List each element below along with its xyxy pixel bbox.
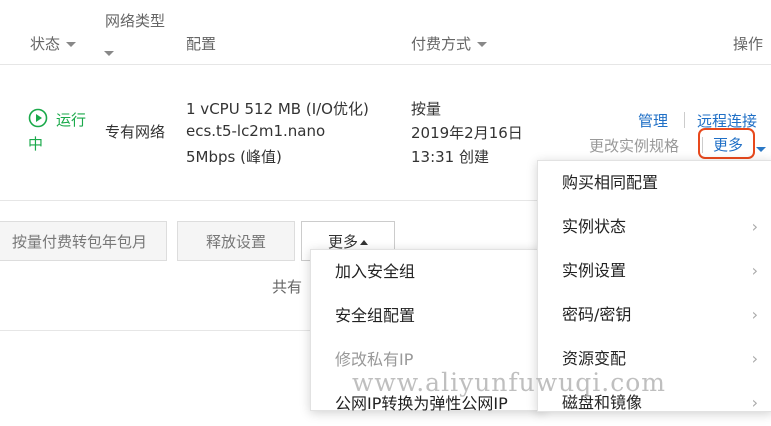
col-header-status[interactable]: 状态 <box>30 33 77 54</box>
menu-item-buy-same-config[interactable]: 购买相同配置 <box>538 161 771 205</box>
config-line1: 1 vCPU 512 MB (I/O优化) <box>186 100 369 118</box>
menu-item-password-key[interactable]: 密码/密钥 › <box>538 293 771 337</box>
billing-line1: 按量 <box>411 100 442 118</box>
more-link[interactable]: 更多 <box>713 134 743 155</box>
release-settings-button[interactable]: 释放设置 <box>177 221 295 261</box>
sort-caret-icon <box>66 42 77 47</box>
network-type-caret-icon[interactable] <box>104 44 114 62</box>
more-caret-icon[interactable] <box>756 140 766 158</box>
menu-item-instance-status[interactable]: 实例状态 › <box>538 205 771 249</box>
col-header-actions: 操作 <box>733 35 764 53</box>
billing-caret-icon <box>477 42 488 47</box>
col-header-network-type[interactable]: 网络类型 <box>105 10 165 31</box>
col-header-config: 配置 <box>186 35 217 53</box>
config-line2: ecs.t5-lc2m1.nano <box>186 122 326 140</box>
menu-item-instance-settings[interactable]: 实例设置 › <box>538 249 771 293</box>
manage-link[interactable]: 管理 <box>638 110 668 131</box>
action-separator <box>684 112 685 128</box>
menu-item-security-group-config[interactable]: 安全组配置 <box>311 294 543 338</box>
chevron-right-icon: › <box>751 217 758 236</box>
convert-to-subscription-button[interactable]: 按量付费转包年包月 <box>0 221 167 261</box>
caret-up-icon <box>360 240 368 245</box>
header-divider <box>0 64 771 65</box>
chevron-right-icon: › <box>751 349 758 368</box>
watermark: www.aliyunfuwuqi.com <box>352 368 666 397</box>
chevron-right-icon: › <box>751 305 758 324</box>
billing-line2: 2019年2月16日 <box>411 124 523 142</box>
total-text: 共有 <box>272 278 303 296</box>
network-value: 专有网络 <box>105 123 166 141</box>
col-header-billing[interactable]: 付费方式 <box>411 33 488 54</box>
status-text: 运行中 <box>28 111 87 153</box>
billing-line3: 13:31 创建 <box>411 148 489 166</box>
change-spec-link[interactable]: 更改实例规格 <box>589 135 679 156</box>
config-line3: 5Mbps (峰值) <box>186 148 282 166</box>
chevron-right-icon: › <box>751 261 758 280</box>
menu-item-join-security-group[interactable]: 加入安全组 <box>311 250 543 294</box>
chevron-right-icon: › <box>751 393 758 412</box>
